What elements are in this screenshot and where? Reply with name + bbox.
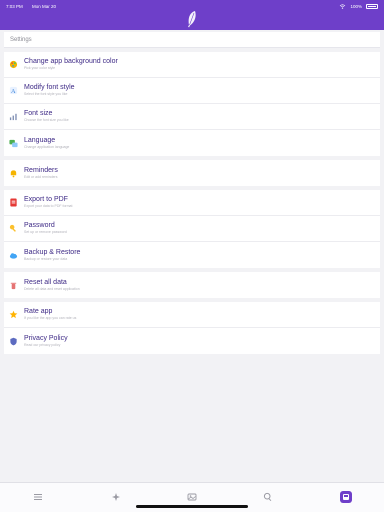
sparkle-icon: [112, 493, 120, 501]
trash-icon: [9, 281, 18, 290]
setting-change-background-color[interactable]: Change app background color Pick your co…: [4, 52, 380, 78]
tab-sparkle[interactable]: [110, 491, 122, 503]
setting-privacy-policy[interactable]: Privacy Policy Read our privacy policy: [4, 328, 380, 354]
star-icon: [9, 310, 18, 319]
bottom-tab-bar: [0, 482, 384, 512]
tab-gallery[interactable]: [186, 491, 198, 503]
top-app-bar: 7:03 PM Mon Mar 20 100%: [0, 0, 384, 30]
setting-title: Export to PDF: [24, 196, 68, 204]
setting-export-pdf[interactable]: Export to PDF Export your data to PDF fo…: [4, 190, 380, 216]
font-size-icon: [9, 112, 18, 121]
setting-password[interactable]: Password Set up or remove password: [4, 216, 380, 242]
setting-subtitle: Choose the font size you like: [24, 118, 69, 123]
pdf-icon: [9, 198, 18, 207]
setting-title: Password: [24, 222, 55, 230]
status-date: Mon Mar 20: [32, 3, 57, 9]
tab-search[interactable]: [262, 491, 274, 503]
status-time: 7:03 PM: [6, 3, 23, 9]
battery-icon: [366, 3, 378, 9]
tab-list[interactable]: [32, 491, 44, 503]
setting-title: Reset all data: [24, 278, 67, 286]
palette-icon: [9, 60, 18, 69]
setting-subtitle: Change application language: [24, 144, 70, 149]
wifi-icon: [340, 3, 346, 9]
svg-text:A: A: [11, 88, 16, 95]
setting-font-size[interactable]: Font size Choose the font size you like: [4, 104, 380, 130]
settings-panel: Settings Change app background color Pic…: [4, 32, 380, 366]
setting-title: Reminders: [24, 166, 58, 174]
setting-title: Backup & Restore: [24, 248, 81, 256]
language-icon: [9, 139, 18, 148]
setting-title: Language: [24, 136, 56, 144]
setting-subtitle: If you like the app you can rate us: [24, 316, 77, 321]
home-indicator: [136, 505, 248, 508]
settings-section-reset: Reset all data Delete all data and reset…: [4, 272, 380, 298]
font-style-icon: A: [9, 86, 18, 95]
battery-percentage: 100%: [350, 3, 362, 9]
status-bar: 7:03 PM Mon Mar 20 100%: [6, 2, 378, 10]
settings-header: Settings: [4, 32, 380, 48]
shield-icon: [9, 337, 18, 346]
key-icon: [9, 224, 18, 233]
setting-subtitle: Read our privacy policy: [24, 342, 61, 347]
setting-subtitle: Select the font style you like: [24, 92, 68, 97]
setting-title: Modify font style: [24, 84, 75, 92]
settings-title: Settings: [10, 37, 32, 43]
setting-title: Rate app: [24, 308, 53, 316]
setting-backup-restore[interactable]: Backup & Restore Backup or restore your …: [4, 242, 380, 268]
setting-title: Change app background color: [24, 58, 118, 66]
setting-subtitle: Export your data to PDF format: [24, 204, 73, 209]
bell-icon: [9, 169, 18, 178]
settings-section-appearance: Change app background color Pick your co…: [4, 52, 380, 156]
settings-icon: [343, 494, 349, 500]
search-icon: [263, 492, 272, 502]
cloud-icon: [9, 251, 18, 260]
setting-subtitle: Edit or add reminders: [24, 174, 58, 179]
setting-modify-font-style[interactable]: A Modify font style Select the font styl…: [4, 78, 380, 104]
settings-section-reminders: Reminders Edit or add reminders: [4, 160, 380, 186]
list-icon: [34, 494, 42, 500]
setting-reminders[interactable]: Reminders Edit or add reminders: [4, 160, 380, 186]
setting-subtitle: Delete all data and reset application: [24, 286, 80, 291]
settings-section-data: Export to PDF Export your data to PDF fo…: [4, 190, 380, 268]
feather-logo-icon: [188, 11, 196, 28]
setting-title: Font size: [24, 110, 53, 118]
settings-section-about: Rate app If you like the app you can rat…: [4, 302, 380, 354]
gallery-icon: [187, 493, 197, 501]
setting-subtitle: Pick your color style: [24, 66, 56, 71]
setting-rate-app[interactable]: Rate app If you like the app you can rat…: [4, 302, 380, 328]
setting-subtitle: Set up or remove password: [24, 230, 67, 235]
setting-reset-all-data[interactable]: Reset all data Delete all data and reset…: [4, 272, 380, 298]
setting-language[interactable]: Language Change application language: [4, 130, 380, 156]
setting-subtitle: Backup or restore your data: [24, 256, 68, 261]
tab-settings[interactable]: [340, 491, 352, 503]
setting-title: Privacy Policy: [24, 334, 68, 342]
